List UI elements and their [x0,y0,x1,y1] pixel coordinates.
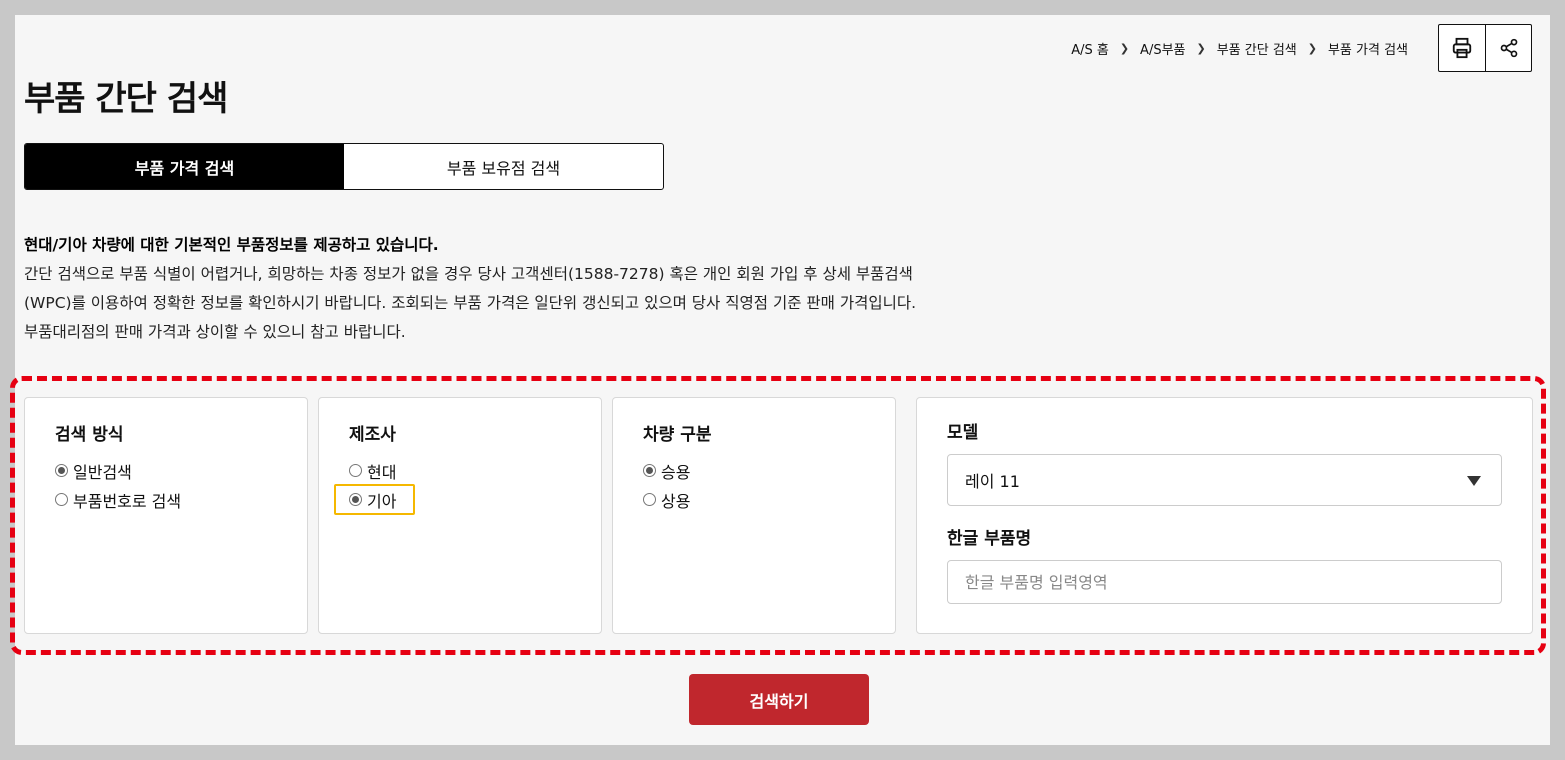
radio-part-number-search[interactable]: 부품번호로 검색 [55,485,181,514]
breadcrumb-price-search: 부품 가격 검색 [1327,43,1408,58]
breadcrumb-as-parts[interactable]: A/S부품 [1140,39,1185,58]
breadcrumb: A/S 홈 ❯ A/S부품 ❯ 부품 간단 검색 ❯ 부품 가격 검색 [1071,39,1408,58]
manufacturer-card: 제조사 현대 기아 [318,397,602,634]
chevron-right-icon: ❯ [1119,42,1130,55]
highlight-yellow-box [334,484,415,515]
radio-checked-icon[interactable] [55,464,68,477]
radio-unchecked-icon[interactable] [349,464,362,477]
radio-label: 일반검색 [73,462,132,482]
search-button[interactable]: 검색하기 [689,674,869,725]
search-tabs: 부품 가격 검색 부품 보유점 검색 [24,143,664,190]
radio-unchecked-icon[interactable] [55,493,68,506]
radio-passenger[interactable]: 승용 [643,456,690,485]
part-name-input[interactable] [947,560,1502,604]
share-button[interactable] [1485,25,1531,71]
intro-line: (WPC)를 이용하여 정확한 정보를 확인하시기 바랍니다. 조회되는 부품 … [24,294,917,312]
radio-unchecked-icon[interactable] [643,493,656,506]
page-tools [1438,24,1532,72]
chevron-right-icon: ❯ [1196,42,1206,55]
chevron-right-icon: ❯ [1307,42,1317,55]
share-icon [1500,38,1517,58]
radio-label: 승용 [661,462,691,482]
search-method-card: 검색 방식 일반검색 부품번호로 검색 [24,397,308,634]
intro-line: 간단 검색으로 부품 식별이 어렵거나, 희망하는 차종 정보가 없을 경우 당… [24,265,913,283]
intro-text: 현대/기아 차량에 대한 기본적인 부품정보를 제공하고 있습니다. 간단 검색… [24,231,1044,347]
vehicle-type-options: 승용 상용 [643,456,690,514]
model-selected-value: 레이 11 [965,472,1020,491]
page-title: 부품 간단 검색 [24,79,228,119]
page: A/S 홈 ❯ A/S부품 ❯ 부품 간단 검색 ❯ 부품 가격 검색 부품 간… [10,15,1550,745]
part-name-label: 한글 부품명 [947,529,1032,549]
breadcrumb-as-home[interactable]: A/S 홈 [1071,39,1109,58]
radio-label: 현대 [367,462,397,482]
search-method-title: 검색 방식 [55,425,124,445]
caret-down-icon [1467,476,1481,486]
intro-lead: 현대/기아 차량에 대한 기본적인 부품정보를 제공하고 있습니다. [24,236,439,254]
print-button[interactable] [1439,25,1485,71]
tab-price-search[interactable]: 부품 가격 검색 [25,144,344,189]
tab-store-search[interactable]: 부품 보유점 검색 [344,144,663,189]
model-select[interactable]: 레이 11 [947,454,1502,506]
radio-hyundai[interactable]: 현대 [349,456,396,485]
manufacturer-title: 제조사 [349,425,396,445]
radio-general-search[interactable]: 일반검색 [55,456,181,485]
vehicle-type-title: 차량 구분 [643,425,712,445]
radio-label: 상용 [661,491,691,511]
radio-label: 부품번호로 검색 [73,491,182,511]
model-title: 모델 [947,423,979,443]
intro-line: 부품대리점의 판매 가격과 상이할 수 있으니 참고 바랍니다. [24,323,406,341]
vehicle-type-card: 차량 구분 승용 상용 [612,397,896,634]
search-method-options: 일반검색 부품번호로 검색 [55,456,181,514]
radio-commercial[interactable]: 상용 [643,485,690,514]
breadcrumb-simple-search[interactable]: 부품 간단 검색 [1217,39,1297,58]
printer-icon [1452,37,1472,59]
model-card: 모델 레이 11 한글 부품명 [916,397,1533,634]
radio-checked-icon[interactable] [643,464,656,477]
